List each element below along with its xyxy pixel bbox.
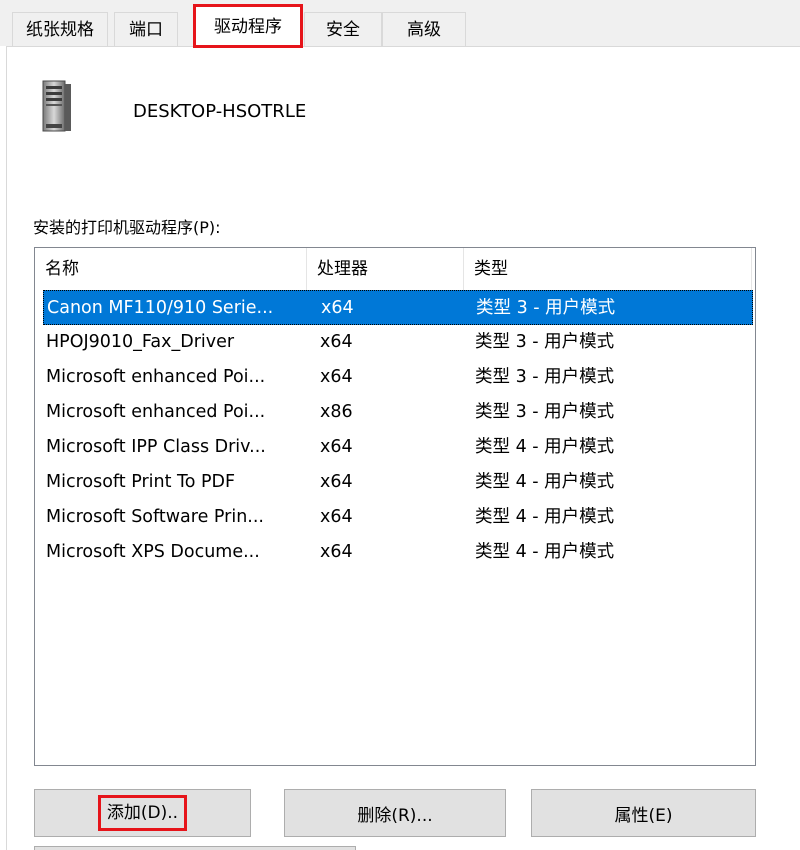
cell-name: Microsoft XPS Docume... [46, 542, 260, 562]
table-row[interactable]: Microsoft Print To PDF x64 类型 4 - 用户模式 [43, 465, 753, 500]
partial-button[interactable] [34, 846, 356, 850]
cell-name: Microsoft Print To PDF [46, 472, 236, 492]
cell-type: 类型 4 - 用户模式 [475, 437, 615, 457]
column-header-type[interactable]: 类型 [464, 248, 752, 290]
table-row[interactable]: Microsoft enhanced Poi... x86 类型 3 - 用户模式 [43, 395, 753, 430]
properties-button[interactable]: 属性(E) [531, 789, 756, 837]
add-button[interactable]: 添加(D).. [34, 789, 251, 837]
cell-processor: x64 [320, 437, 353, 457]
cell-type: 类型 3 - 用户模式 [476, 298, 616, 318]
table-row[interactable]: Microsoft enhanced Poi... x64 类型 3 - 用户模式 [43, 360, 753, 395]
server-icon [42, 80, 71, 132]
column-header-processor[interactable]: 处理器 [307, 248, 464, 290]
column-header-name[interactable]: 名称 [35, 248, 307, 290]
table-row[interactable]: Microsoft IPP Class Driv... x64 类型 4 - 用户模… [43, 430, 753, 465]
cell-processor: x64 [320, 367, 353, 387]
table-row[interactable]: Canon MF110/910 Serie... x64 类型 3 - 用户模式 [43, 290, 753, 325]
cell-name: Microsoft enhanced Poi... [46, 402, 266, 422]
add-button-label: 添加(D).. [97, 795, 188, 831]
tab-paper-size[interactable]: 纸张规格 [12, 12, 108, 46]
tab-strip: 纸张规格 端口 驱动程序 安全 高级 [0, 0, 800, 48]
table-row[interactable]: Microsoft Software Prin... x64 类型 4 - 用户模式 [43, 500, 753, 535]
cell-type: 类型 3 - 用户模式 [475, 332, 615, 352]
cell-type: 类型 4 - 用户模式 [475, 472, 615, 492]
installed-drivers-label: 安装的打印机驱动程序(P): [33, 218, 221, 237]
cell-name: Canon MF110/910 Serie... [47, 298, 274, 318]
cell-processor: x64 [320, 507, 353, 527]
cell-type: 类型 3 - 用户模式 [475, 367, 615, 387]
cell-name: Microsoft enhanced Poi... [46, 367, 266, 387]
tab-ports[interactable]: 端口 [114, 12, 178, 46]
cell-processor: x64 [320, 542, 353, 562]
cell-processor: x64 [320, 472, 353, 492]
tab-security[interactable]: 安全 [304, 12, 382, 46]
cell-type: 类型 4 - 用户模式 [475, 507, 615, 527]
tab-advanced[interactable]: 高级 [382, 12, 466, 46]
cell-type: 类型 4 - 用户模式 [475, 542, 615, 562]
remove-button[interactable]: 删除(R)... [284, 789, 506, 837]
server-name: DESKTOP-HSOTRLE [133, 101, 307, 122]
driver-rows: Canon MF110/910 Serie... x64 类型 3 - 用户模式 HP… [43, 290, 753, 570]
table-row[interactable]: HPOJ9010_Fax_Driver x64 类型 3 - 用户模式 [43, 325, 753, 360]
cell-name: Microsoft IPP Class Driv... [46, 437, 266, 457]
drivers-list[interactable]: 名称 处理器 类型 Canon MF110/910 Serie... x64 类型 … [34, 247, 756, 766]
table-row[interactable]: Microsoft XPS Docume... x64 类型 4 - 用户模式 [43, 535, 753, 570]
cell-processor: x64 [321, 298, 354, 318]
cell-type: 类型 3 - 用户模式 [475, 402, 615, 422]
cell-processor: x64 [320, 332, 353, 352]
cell-processor: x86 [320, 402, 353, 422]
tab-drivers[interactable]: 驱动程序 [193, 4, 303, 48]
remove-button-label: 删除(R)... [357, 805, 433, 826]
list-header: 名称 处理器 类型 [35, 248, 755, 290]
properties-button-label: 属性(E) [614, 805, 673, 826]
cell-name: Microsoft Software Prin... [46, 507, 264, 527]
cell-name: HPOJ9010_Fax_Driver [46, 332, 235, 352]
